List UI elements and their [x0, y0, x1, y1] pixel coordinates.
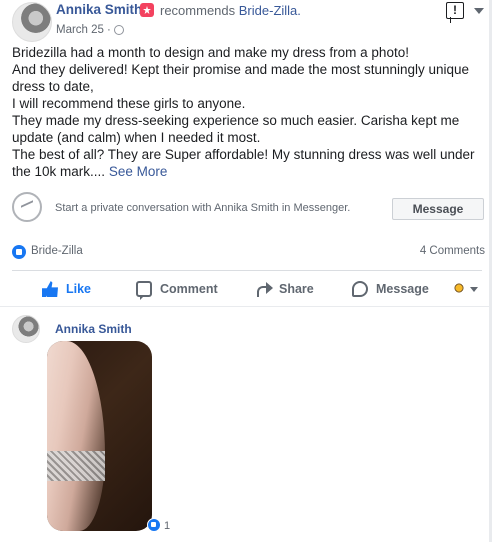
post-line: And they delivered! Kept their promise a… — [12, 62, 470, 94]
commenter-name[interactable]: Annika Smith — [55, 322, 132, 336]
see-more-link[interactable]: See More — [109, 164, 168, 179]
chevron-down-icon[interactable] — [470, 287, 478, 292]
reaction-summary: Bride-Zilla 4 Comments — [12, 244, 485, 262]
reactor-name[interactable]: Bride-Zilla — [31, 245, 83, 257]
post-meta: March 25 · — [56, 24, 124, 36]
comment-like-icon[interactable] — [147, 518, 161, 532]
share-button[interactable]: Share — [255, 278, 314, 300]
messenger-prompt-text: Start a private conversation with Annika… — [55, 202, 351, 214]
messenger-bubble-icon — [352, 281, 368, 297]
post-line: I will recommend these girls to anyone. — [12, 96, 246, 111]
author-avatar[interactable] — [12, 2, 52, 42]
comments-count[interactable]: 4 Comments — [420, 245, 485, 257]
recommends-label: recommends — [160, 3, 236, 18]
section-divider — [0, 306, 492, 307]
like-badge-icon[interactable] — [12, 245, 26, 259]
share-icon — [255, 281, 273, 297]
recommendation-star-icon — [140, 3, 154, 17]
message-button[interactable]: Message — [392, 198, 484, 220]
comment-button[interactable]: Comment — [136, 278, 218, 300]
globe-icon[interactable] — [113, 25, 124, 35]
recommended-page-link[interactable]: Bride-Zilla. — [239, 3, 301, 18]
recommendation-line: recommends Bride-Zilla. — [160, 3, 301, 18]
post-body: Bridezilla had a month to design and mak… — [12, 44, 482, 180]
like-label: Like — [66, 282, 92, 296]
divider — [12, 270, 482, 271]
post-line-last: The best of all? They are Super affordab… — [12, 146, 482, 180]
dress-fabric — [47, 341, 105, 531]
message-label: Message — [376, 282, 429, 296]
recommendation-post: Annika Smith recommends Bride-Zilla. Mar… — [0, 0, 492, 542]
page-avatar-icon[interactable] — [452, 281, 466, 295]
send-message-button[interactable]: Message — [352, 278, 429, 300]
commenter-avatar[interactable] — [12, 315, 40, 343]
meta-separator: · — [106, 24, 111, 36]
messenger-prompt: Start a private conversation with Annika… — [12, 192, 484, 226]
like-button[interactable]: Like — [42, 278, 91, 300]
dress-lace — [47, 451, 105, 481]
comment-label: Comment — [160, 282, 218, 296]
post-date[interactable]: March 25 — [56, 24, 104, 36]
post-line: They made my dress-seeking experience so… — [12, 113, 460, 145]
author-name[interactable]: Annika Smith — [56, 2, 142, 17]
comment-icon — [136, 281, 152, 300]
post-line: Bridezilla had a month to design and mak… — [12, 45, 409, 60]
chevron-down-icon[interactable] — [474, 8, 484, 14]
share-label: Share — [279, 282, 314, 296]
post-line: The best of all? They are Super affordab… — [12, 147, 475, 179]
comment-reaction-count[interactable]: 1 — [164, 520, 170, 532]
comment-photo[interactable] — [47, 341, 152, 531]
report-icon[interactable]: ! — [446, 2, 464, 23]
thumbs-up-icon — [42, 281, 58, 297]
action-bar: Like Comment Share Message — [12, 278, 484, 300]
messenger-icon — [12, 192, 42, 222]
